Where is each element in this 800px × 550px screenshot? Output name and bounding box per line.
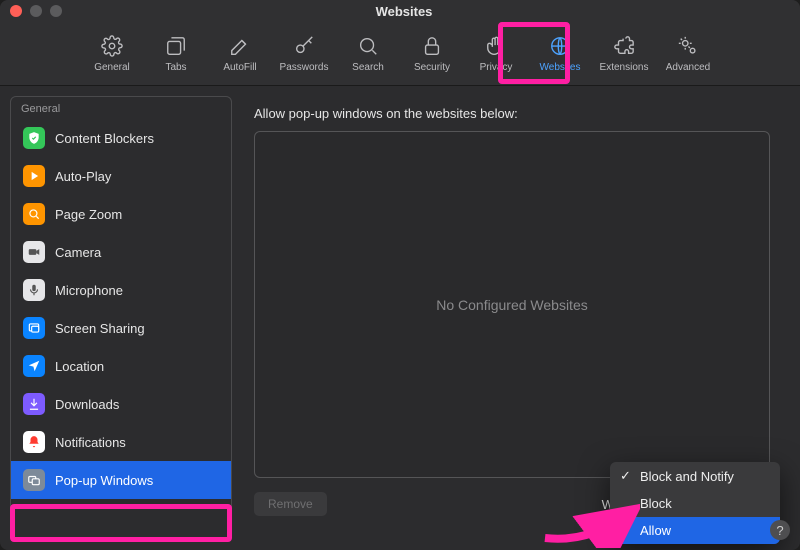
content-area: General Content Blockers Auto-Play Page …: [0, 86, 800, 550]
search-icon: [357, 35, 379, 60]
sidebar-item-camera[interactable]: Camera: [11, 233, 231, 271]
tab-label: General: [94, 62, 130, 73]
location-icon: [23, 355, 45, 377]
tab-advanced[interactable]: Advanced: [656, 22, 720, 85]
tab-label: Extensions: [600, 62, 649, 73]
sidebar-item-downloads[interactable]: Downloads: [11, 385, 231, 423]
play-icon: [23, 165, 45, 187]
gear-icon: [101, 35, 123, 60]
zoom-icon: [23, 203, 45, 225]
sidebar-item-content-blockers[interactable]: Content Blockers: [11, 119, 231, 157]
sidebar-item-screen-sharing[interactable]: Screen Sharing: [11, 309, 231, 347]
tab-passwords[interactable]: Passwords: [272, 22, 336, 85]
help-button[interactable]: ?: [770, 520, 790, 540]
tab-websites[interactable]: Websites: [528, 22, 592, 85]
sidebar-item-location[interactable]: Location: [11, 347, 231, 385]
sidebar-item-label: Downloads: [55, 397, 119, 412]
pencil-icon: [229, 35, 251, 60]
window-title: Websites: [18, 4, 790, 19]
sidebar-item-label: Screen Sharing: [55, 321, 145, 336]
windows-icon: [23, 469, 45, 491]
sidebar-item-label: Camera: [55, 245, 101, 260]
sidebar-item-page-zoom[interactable]: Page Zoom: [11, 195, 231, 233]
tab-label: Advanced: [666, 62, 710, 73]
tab-security[interactable]: Security: [400, 22, 464, 85]
tab-label: Passwords: [280, 62, 329, 73]
sidebar-section-header: General: [11, 97, 231, 119]
bell-icon: [23, 431, 45, 453]
shield-check-icon: [23, 127, 45, 149]
key-icon: [293, 35, 315, 60]
dropdown-option-label: Block: [640, 496, 672, 511]
camera-icon: [23, 241, 45, 263]
tab-label: Websites: [540, 62, 581, 73]
tab-label: Search: [352, 62, 384, 73]
sidebar-item-label: Auto-Play: [55, 169, 111, 184]
sidebar-item-label: Page Zoom: [55, 207, 122, 222]
sidebar-item-auto-play[interactable]: Auto-Play: [11, 157, 231, 195]
tab-privacy[interactable]: Privacy: [464, 22, 528, 85]
dropdown-option-label: Block and Notify: [640, 469, 734, 484]
toolbar: General Tabs AutoFill Passwords Search S…: [0, 22, 800, 86]
remove-button[interactable]: Remove: [254, 492, 327, 516]
sidebar: General Content Blockers Auto-Play Page …: [10, 96, 232, 540]
dropdown-option-block[interactable]: Block: [610, 490, 780, 517]
main-panel: Allow pop-up windows on the websites bel…: [244, 96, 790, 540]
tab-general[interactable]: General: [80, 22, 144, 85]
dropdown-option-allow[interactable]: Allow: [610, 517, 780, 544]
sidebar-item-label: Notifications: [55, 435, 126, 450]
websites-listbox[interactable]: No Configured Websites: [254, 131, 770, 478]
tab-search[interactable]: Search: [336, 22, 400, 85]
other-websites-dropdown[interactable]: ✓ Block and Notify Block Allow: [610, 462, 780, 544]
tab-label: AutoFill: [223, 62, 256, 73]
sidebar-item-label: Pop-up Windows: [55, 473, 153, 488]
sidebar-item-popup-windows[interactable]: Pop-up Windows: [11, 461, 231, 499]
tab-label: Security: [414, 62, 450, 73]
puzzle-icon: [613, 35, 635, 60]
globe-icon: [549, 35, 571, 60]
preferences-window: Websites General Tabs AutoFill Passwords…: [0, 0, 800, 550]
tab-extensions[interactable]: Extensions: [592, 22, 656, 85]
mic-icon: [23, 279, 45, 301]
sidebar-item-label: Microphone: [55, 283, 123, 298]
sidebar-item-label: Content Blockers: [55, 131, 154, 146]
tab-autofill[interactable]: AutoFill: [208, 22, 272, 85]
tab-label: Privacy: [480, 62, 513, 73]
lock-icon: [421, 35, 443, 60]
check-icon: ✓: [620, 468, 634, 484]
sidebar-item-microphone[interactable]: Microphone: [11, 271, 231, 309]
dropdown-option-block-notify[interactable]: ✓ Block and Notify: [610, 462, 780, 490]
screen-icon: [23, 317, 45, 339]
titlebar: Websites: [0, 0, 800, 22]
dropdown-option-label: Allow: [640, 523, 671, 538]
tab-label: Tabs: [165, 62, 186, 73]
gears-icon: [677, 35, 699, 60]
download-icon: [23, 393, 45, 415]
hand-icon: [485, 35, 507, 60]
empty-state-text: No Configured Websites: [436, 297, 587, 313]
sidebar-item-notifications[interactable]: Notifications: [11, 423, 231, 461]
tabs-icon: [165, 35, 187, 60]
panel-heading: Allow pop-up windows on the websites bel…: [254, 106, 770, 121]
tab-tabs[interactable]: Tabs: [144, 22, 208, 85]
sidebar-item-label: Location: [55, 359, 104, 374]
